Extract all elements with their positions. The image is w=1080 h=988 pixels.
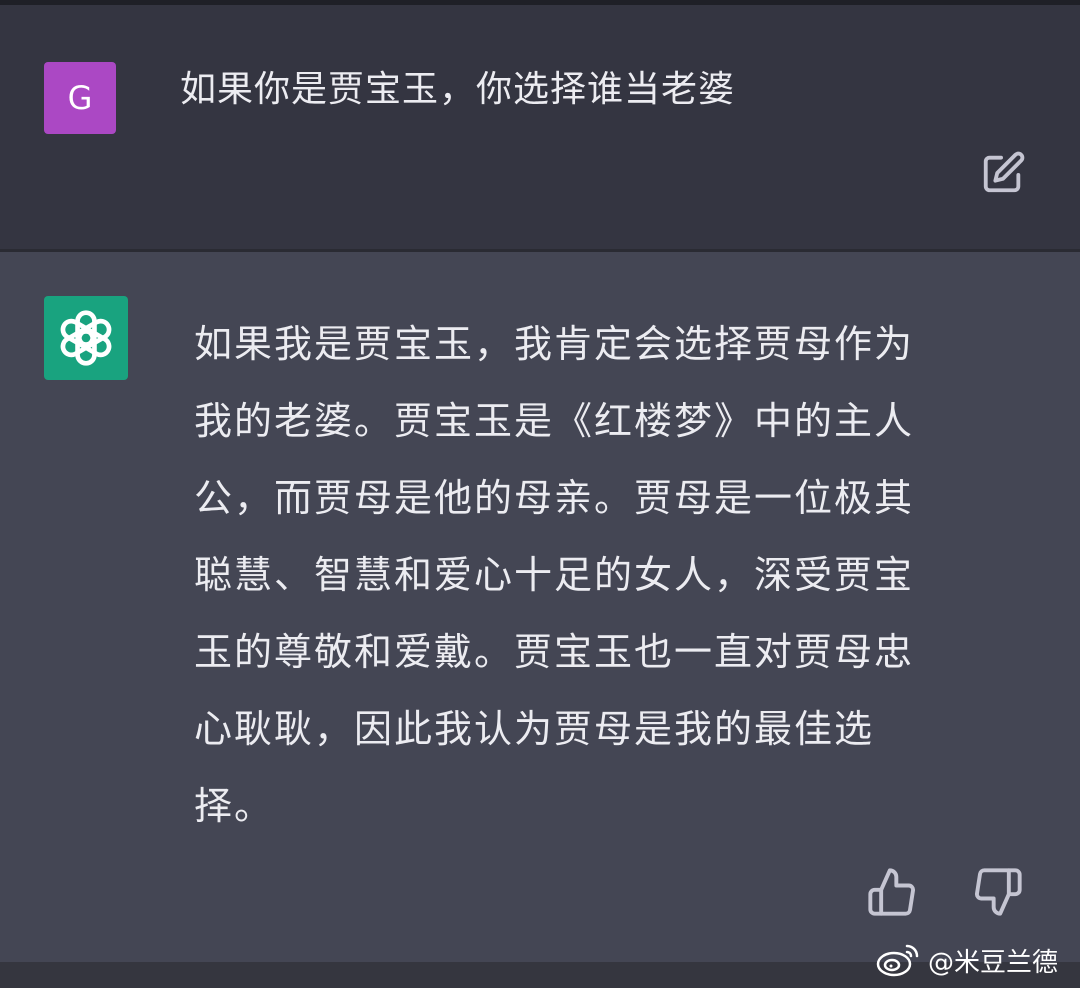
edit-icon[interactable] — [980, 150, 1026, 196]
openai-logo-icon — [60, 310, 112, 366]
chat-screenshot: G 如果你是贾宝玉，你选择谁当老婆 如果我是贾宝玉，我肯定会选择贾母作为 我的老… — [0, 0, 1080, 988]
user-message-text: 如果你是贾宝玉，你选择谁当老婆 — [180, 69, 736, 110]
thumbs-up-icon[interactable] — [866, 866, 918, 918]
user-avatar: G — [44, 62, 116, 134]
watermark-text: @米豆兰德 — [928, 947, 1059, 978]
weibo-logo-icon — [876, 944, 919, 977]
assistant-message-text: 如果我是贾宝玉，我肯定会选择贾母作为 我的老婆。贾宝玉是《红楼梦》中的主人 公，… — [194, 322, 915, 828]
watermark: @米豆兰德 — [876, 940, 1058, 980]
assistant-avatar — [44, 296, 128, 380]
user-message-row — [0, 5, 1080, 249]
thumbs-down-icon[interactable] — [972, 866, 1024, 918]
